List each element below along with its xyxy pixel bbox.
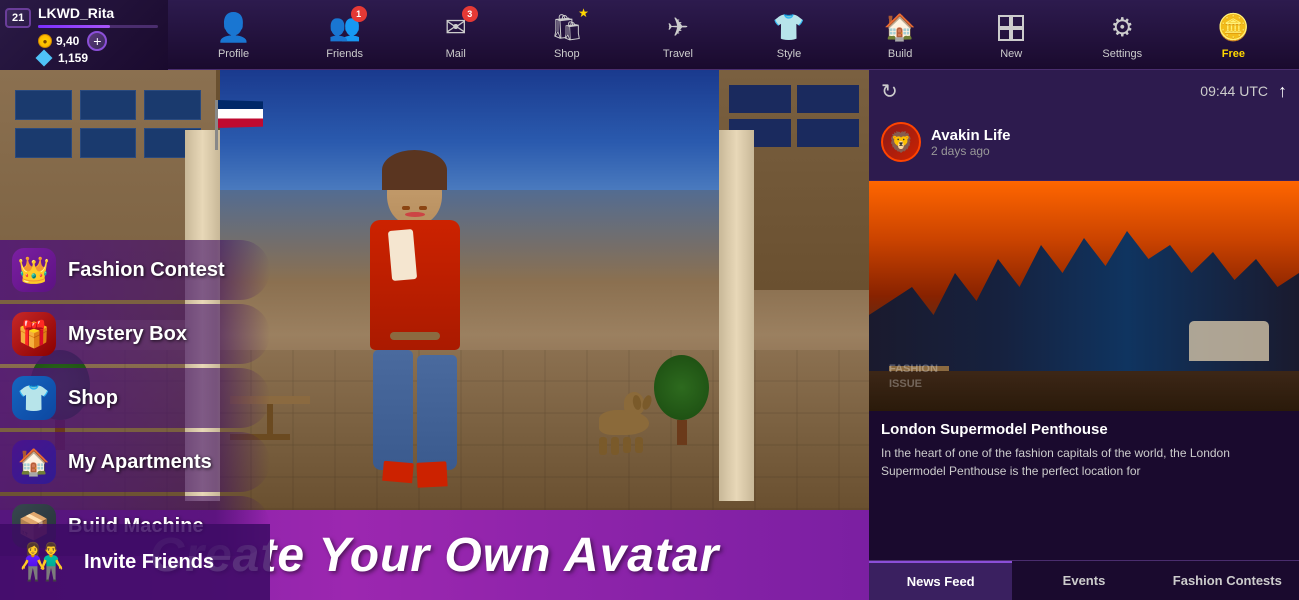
shop-item-icon: 👕	[12, 376, 56, 420]
diamond-icon	[36, 49, 53, 66]
invite-friends-row[interactable]: 👫 Invite Friends	[0, 524, 270, 600]
nav-item-profile[interactable]: 👤 Profile	[204, 5, 264, 65]
invite-friends-label: Invite Friends	[84, 551, 214, 574]
fashion-contest-label: Fashion Contest	[68, 259, 225, 282]
invite-avatar: 👫	[12, 532, 72, 592]
nav-item-mail[interactable]: ✉ 3 Mail	[426, 5, 486, 65]
post-title: London Supermodel Penthouse	[881, 421, 1287, 438]
upload-arrow-icon: ↑	[1278, 81, 1287, 102]
mystery-box-label: Mystery Box	[68, 323, 187, 346]
bottom-tabs: News Feed Events Fashion Contests	[869, 560, 1299, 600]
tab-fashion-contests[interactable]: Fashion Contests	[1156, 561, 1299, 600]
post-author-name: Avakin Life	[931, 127, 1010, 144]
style-label: Style	[777, 48, 801, 60]
shop-icon: 🛍 ★	[549, 10, 585, 46]
post-body: In the heart of one of the fashion capit…	[881, 444, 1287, 480]
coin-icon: ●	[38, 34, 52, 48]
new-grid-icon	[997, 14, 1025, 42]
new-label: New	[1000, 48, 1022, 60]
avatar-figure	[315, 160, 515, 510]
settings-label: Settings	[1102, 48, 1142, 60]
friends-badge: 1	[351, 6, 367, 22]
profile-label: Profile	[218, 48, 249, 60]
friends-label: Friends	[326, 48, 363, 60]
free-label: Free	[1222, 48, 1245, 60]
nav-item-style[interactable]: 👕 Style	[759, 5, 819, 65]
feed-image: FASHION ISSUE	[869, 181, 1299, 411]
post-author-info: Avakin Life 2 days ago	[931, 127, 1010, 158]
pillar-right	[719, 130, 754, 501]
currency-row: ● 9,40 +	[38, 31, 158, 51]
diamond-value: 1,159	[58, 51, 88, 65]
nav-item-shop[interactable]: 🛍 ★ Shop	[537, 5, 597, 65]
travel-icon: ✈	[660, 10, 696, 46]
coin-value: 9,40	[56, 34, 79, 48]
post-content: London Supermodel Penthouse In the heart…	[869, 411, 1299, 490]
sidebar-item-shop[interactable]: 👕 Shop	[0, 368, 270, 428]
avatar-shoes	[383, 462, 447, 487]
post-time: 2 days ago	[931, 144, 1010, 158]
mail-icon: ✉ 3	[438, 10, 474, 46]
sidebar-item-mystery-box[interactable]: 🎁 Mystery Box	[0, 304, 270, 364]
apartments-icon: 🏠	[12, 440, 56, 484]
feed-time: 09:44 UTC	[908, 83, 1268, 99]
nav-item-settings[interactable]: ⚙ Settings	[1092, 5, 1152, 65]
feed-post: 🦁 Avakin Life 2 days ago	[869, 112, 1299, 181]
tab-events[interactable]: Events	[1012, 561, 1155, 600]
new-icon	[993, 10, 1029, 46]
shop-item-label: Shop	[68, 387, 118, 410]
add-currency-button[interactable]: +	[87, 31, 107, 51]
mystery-box-icon: 🎁	[12, 312, 56, 356]
post-avatar: 🦁	[881, 122, 921, 162]
sidebar-menu: 👑 Fashion Contest 🎁 Mystery Box 👕 Shop 🏠…	[0, 70, 270, 600]
nav-item-new[interactable]: New	[981, 5, 1041, 65]
top-nav-bar: 21 LKWD_Rita ● 9,40 + 1,159 👤 Profile 👥 …	[0, 0, 1299, 70]
user-panel: 21 LKWD_Rita ● 9,40 + 1,159	[0, 0, 168, 70]
refresh-icon[interactable]: ↻	[881, 79, 898, 104]
avatar-legs	[373, 350, 457, 470]
nav-items: 👤 Profile 👥 1 Friends ✉ 3 Mail 🛍 ★	[168, 5, 1299, 65]
dog-figure	[599, 410, 649, 455]
build-label: Build	[888, 48, 912, 60]
profile-icon: 👤	[216, 10, 252, 46]
level-badge: 21	[5, 8, 31, 28]
fashion-contest-icon: 👑	[12, 248, 56, 292]
feed-header: ↻ 09:44 UTC ↑	[869, 70, 1299, 112]
xp-bar-fill	[38, 25, 110, 28]
nav-item-build[interactable]: 🏠 Build	[870, 5, 930, 65]
nav-item-friends[interactable]: 👥 1 Friends	[315, 5, 375, 65]
xp-bar	[38, 25, 158, 28]
diamond-row: 1,159	[38, 51, 158, 65]
shop-label: Shop	[554, 48, 580, 60]
style-icon: 👕	[771, 10, 807, 46]
username-label: LKWD_Rita	[38, 5, 158, 21]
settings-icon: ⚙	[1104, 10, 1140, 46]
nav-item-free[interactable]: 🪙 Free	[1203, 5, 1263, 65]
apartments-label: My Apartments	[68, 451, 212, 474]
tree-right	[654, 355, 709, 445]
friends-icon: 👥 1	[327, 10, 363, 46]
post-author-row: 🦁 Avakin Life 2 days ago	[881, 122, 1287, 162]
free-icon: 🪙	[1215, 10, 1251, 46]
build-icon: 🏠	[882, 10, 918, 46]
nav-item-travel[interactable]: ✈ Travel	[648, 5, 708, 65]
travel-label: Travel	[663, 48, 693, 60]
sidebar-item-my-apartments[interactable]: 🏠 My Apartments	[0, 432, 270, 492]
mail-badge: 3	[462, 6, 478, 22]
mail-label: Mail	[446, 48, 466, 60]
tab-news-feed[interactable]: News Feed	[869, 561, 1012, 600]
sidebar-item-fashion-contest[interactable]: 👑 Fashion Contest	[0, 240, 270, 300]
right-panel: ↻ 09:44 UTC ↑ 🦁 Avakin Life 2 days ago	[869, 70, 1299, 600]
couch-element	[1189, 321, 1269, 361]
feed-image-text-overlay: FASHION ISSUE	[889, 362, 938, 391]
main-content: Create Your Own Avatar 👑 Fashion Contest…	[0, 70, 1299, 600]
